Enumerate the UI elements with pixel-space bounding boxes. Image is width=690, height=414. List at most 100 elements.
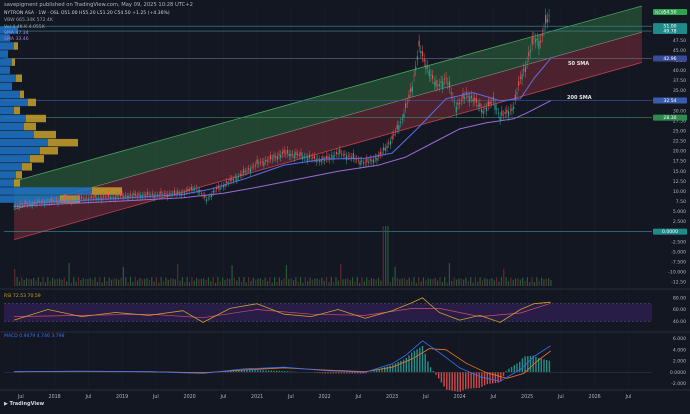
time-tick-label: Jul xyxy=(354,394,361,400)
price-candle-body xyxy=(304,157,305,158)
price-candle-body xyxy=(533,38,534,39)
price-tick-label: 20.00 xyxy=(673,149,686,155)
macd-histogram-bar xyxy=(398,362,399,372)
volume-bar xyxy=(543,279,544,286)
volume-profile-bar xyxy=(0,58,12,65)
macd-histogram-bar xyxy=(406,358,407,372)
volume-bar xyxy=(279,277,280,286)
volume-profile-bar xyxy=(92,187,122,194)
macd-histogram-bar xyxy=(462,372,463,390)
volume-bar xyxy=(404,278,405,286)
macd-histogram-bar xyxy=(454,372,455,391)
volume-profile-bar xyxy=(0,74,16,81)
macd-histogram-bar xyxy=(268,371,269,373)
volume-bar xyxy=(515,278,516,286)
price-candle-body xyxy=(257,160,258,164)
volume-bar xyxy=(116,279,117,286)
price-candle-body xyxy=(118,196,119,197)
volume-bar xyxy=(109,278,110,286)
volume-bar xyxy=(68,263,69,286)
volume-profile-bar xyxy=(0,91,20,98)
price-candle-body xyxy=(64,197,65,200)
price-candle-body xyxy=(314,156,315,159)
volume-bar xyxy=(269,277,270,286)
price-candle-body xyxy=(413,76,414,77)
volume-bar xyxy=(139,278,140,286)
rsi-tick-label: 60.00 xyxy=(673,307,686,313)
volume-bar xyxy=(213,277,214,286)
price-candle-body xyxy=(91,196,92,198)
volume-bar xyxy=(409,278,410,286)
price-candle-body xyxy=(361,160,362,161)
macd-histogram-bar xyxy=(508,369,509,373)
volume-bar xyxy=(513,280,514,286)
price-tick-label: 7.50 xyxy=(676,199,686,205)
channel-lower-zone xyxy=(14,32,642,239)
volume-bar xyxy=(227,278,228,286)
price-candle-body xyxy=(365,163,366,164)
macd-histogram-bar xyxy=(479,372,480,388)
price-candle-body xyxy=(393,134,394,136)
price-candle-body xyxy=(505,112,506,114)
volume-bar xyxy=(475,277,476,286)
time-tick-label: Jul xyxy=(17,394,24,400)
price-candle-body xyxy=(246,171,247,172)
volume-bar xyxy=(73,277,74,286)
rsi-label: RSI 72.53 70.59 xyxy=(4,294,41,299)
volume-bar xyxy=(428,278,429,286)
volume-bar xyxy=(463,280,464,286)
price-candle-body xyxy=(255,165,256,166)
volume-bar xyxy=(546,279,547,286)
price-candle-body xyxy=(479,103,480,107)
volume-bar xyxy=(156,277,157,286)
price-candle-body xyxy=(432,75,433,78)
price-candle-body xyxy=(122,194,123,197)
volume-bar xyxy=(92,280,93,286)
price-candle-body xyxy=(341,154,342,155)
volume-bar xyxy=(26,278,27,286)
macd-histogram-bar xyxy=(465,372,466,389)
price-candle-body xyxy=(324,160,325,161)
volume-bar xyxy=(201,279,202,286)
volume-bar xyxy=(350,280,351,286)
price-candle-body xyxy=(282,152,283,154)
volume-bar xyxy=(298,282,299,286)
price-candle-body xyxy=(214,191,215,192)
price-candle-body xyxy=(474,98,475,101)
price-tick-label: 17.50 xyxy=(673,159,686,165)
volume-bar xyxy=(168,280,169,286)
volume-profile-bar xyxy=(24,123,36,130)
price-candle-body xyxy=(449,81,450,88)
price-candle-body xyxy=(138,194,139,195)
volume-bar xyxy=(19,281,20,286)
volume-profile-bar xyxy=(0,115,26,122)
volume-bar xyxy=(234,278,235,286)
volume-bar xyxy=(59,278,60,286)
volume-bar xyxy=(28,279,29,286)
time-tick-label: Jul xyxy=(84,394,91,400)
tradingview-brand: ▶ TradingView xyxy=(4,401,44,407)
volume-bar xyxy=(104,277,105,286)
price-candle-body xyxy=(105,197,106,198)
volume-bar xyxy=(484,278,485,286)
price-candle-body xyxy=(371,160,372,161)
volume-bar xyxy=(480,277,481,286)
volume-profile-bar xyxy=(0,50,8,57)
time-tick-label: 2022 xyxy=(319,394,331,400)
macd-histogram-bar xyxy=(435,372,436,374)
price-candle-body xyxy=(548,16,549,17)
price-candle-body xyxy=(424,59,425,61)
volume-bar xyxy=(154,282,155,286)
price-candle-body xyxy=(120,195,121,196)
volume-bar xyxy=(338,281,339,286)
price-candle-body xyxy=(503,115,504,116)
volume-profile-bar xyxy=(14,42,18,49)
price-tick-label: -12.50 xyxy=(671,280,686,286)
volume-profile-bar xyxy=(30,155,44,162)
price-candle-body xyxy=(343,155,344,156)
volume-bar xyxy=(203,278,204,286)
price-candle-body xyxy=(216,188,217,189)
volume-bar xyxy=(491,278,492,286)
volume-bar xyxy=(24,280,25,286)
volume-bar xyxy=(321,278,322,286)
